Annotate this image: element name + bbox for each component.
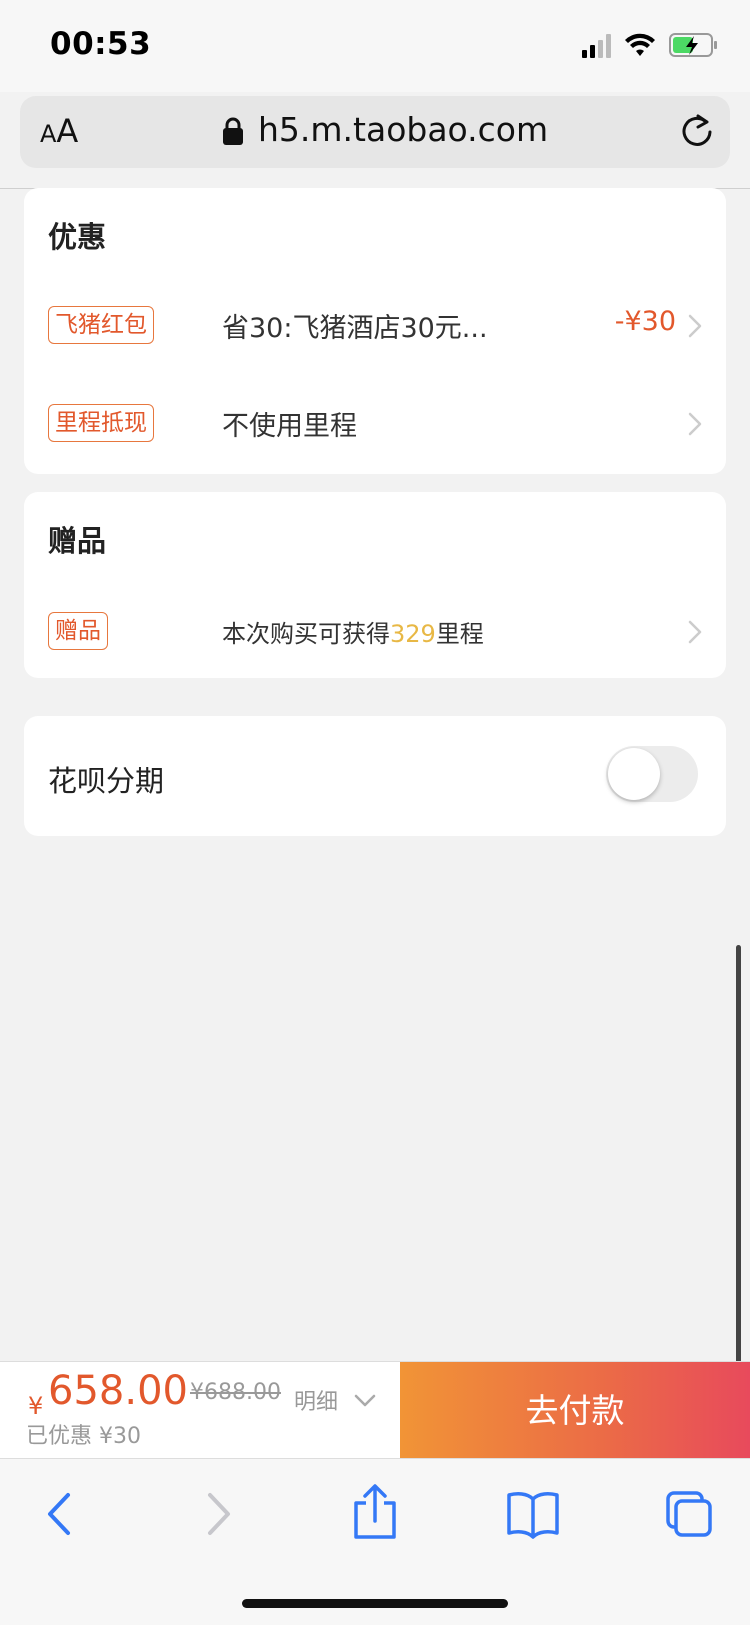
status-icons <box>582 33 717 58</box>
forward-icon[interactable] <box>192 1489 242 1539</box>
reload-icon[interactable] <box>676 110 716 152</box>
url-bar[interactable]: AA h5.m.taobao.com <box>20 96 730 168</box>
pay-button[interactable]: 去付款 <box>400 1362 750 1458</box>
chevron-down-icon[interactable] <box>354 1394 376 1408</box>
gift-card-title: 赠品 <box>48 524 107 558</box>
status-time: 00:53 <box>50 26 152 62</box>
gift-card: 赠品 赠品 本次购买可获得329里程 <box>24 492 726 678</box>
saved-amount: 已优惠 ¥30 <box>26 1424 141 1449</box>
price-currency: ¥ <box>28 1392 44 1420</box>
detail-button[interactable]: 明细 <box>294 1384 338 1416</box>
installment-label: 花呗分期 <box>48 764 165 798</box>
total-price: 658.00 <box>48 1368 188 1414</box>
tabs-icon[interactable] <box>664 1489 714 1539</box>
chevron-right-icon <box>688 620 702 644</box>
aa-large-label: A <box>56 112 79 150</box>
wifi-icon <box>625 33 655 56</box>
bookmarks-icon[interactable] <box>506 1489 560 1539</box>
mileage-tag: 里程抵现 <box>48 404 154 442</box>
checkout-bar: ¥ 658.00 ¥688.00 明细 已优惠 ¥30 去付款 <box>0 1361 750 1458</box>
url-text[interactable]: h5.m.taobao.com <box>258 110 548 149</box>
chevron-right-icon <box>688 314 702 338</box>
gift-miles: 329 <box>390 620 436 648</box>
gift-text: 本次购买可获得329里程 <box>222 614 484 649</box>
lock-icon <box>223 117 243 145</box>
installment-toggle[interactable] <box>606 746 698 802</box>
gift-row[interactable]: 赠品 本次购买可获得329里程 <box>24 602 726 662</box>
hongbao-row[interactable]: 飞猪红包 省30:飞猪酒店30元... -¥30 <box>24 296 726 356</box>
discount-card-title: 优惠 <box>48 220 107 254</box>
toggle-knob <box>608 748 660 800</box>
hongbao-amount: -¥30 <box>614 306 676 337</box>
aa-small-label: A <box>40 120 57 148</box>
share-icon[interactable] <box>350 1483 400 1541</box>
text-size-button[interactable]: AA <box>40 112 78 150</box>
browser-toolbar <box>0 1458 750 1625</box>
gift-text-before: 本次购买可获得 <box>222 620 390 648</box>
gift-text-after: 里程 <box>435 620 484 648</box>
hongbao-text: 省30:飞猪酒店30元... <box>222 313 488 344</box>
battery-icon <box>669 33 717 57</box>
mileage-text: 不使用里程 <box>222 411 357 442</box>
installment-card: 花呗分期 <box>24 716 726 836</box>
back-icon[interactable] <box>36 1489 86 1539</box>
hongbao-tag: 飞猪红包 <box>48 306 154 344</box>
gift-tag: 赠品 <box>48 612 108 650</box>
home-indicator <box>242 1599 508 1608</box>
mileage-row[interactable]: 里程抵现 不使用里程 <box>24 394 726 454</box>
chevron-right-icon <box>688 412 702 436</box>
original-price: ¥688.00 <box>190 1380 281 1405</box>
discount-card: 优惠 飞猪红包 省30:飞猪酒店30元... -¥30 里程抵现 不使用里程 <box>24 188 726 474</box>
status-bar: 00:53 <box>0 0 750 92</box>
signal-icon <box>582 34 611 58</box>
